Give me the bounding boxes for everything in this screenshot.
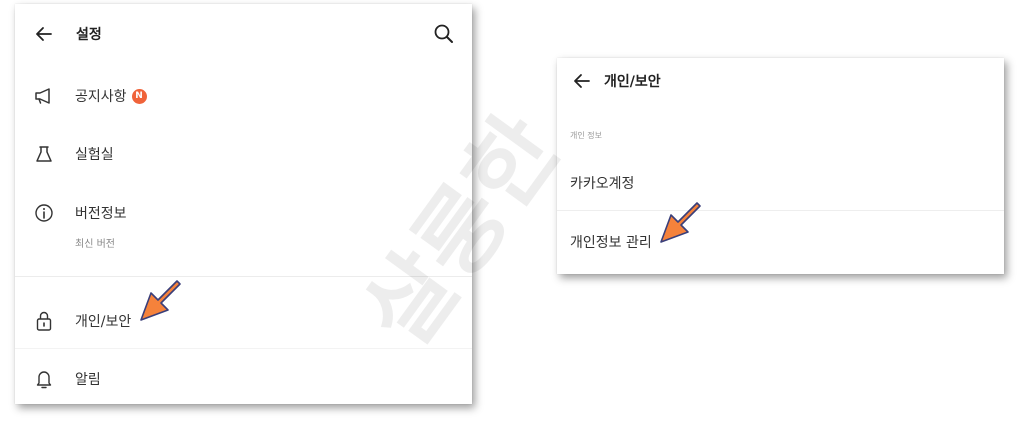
settings-header: 설정 xyxy=(32,22,102,46)
divider xyxy=(15,276,472,277)
menu-item-label: 개인/보안 xyxy=(75,314,132,330)
back-arrow-icon[interactable] xyxy=(32,22,56,46)
megaphone-icon xyxy=(32,84,56,108)
info-icon xyxy=(32,201,56,225)
kakao-account-item[interactable]: 카카오계정 xyxy=(570,173,634,193)
pointer-arrow-icon xyxy=(660,202,701,243)
divider xyxy=(15,348,472,349)
lock-icon xyxy=(32,309,56,333)
section-label: 개인 정보 xyxy=(570,131,602,140)
page-title: 개인/보안 xyxy=(604,74,661,90)
page-title: 설정 xyxy=(76,27,102,43)
new-badge: N xyxy=(131,88,147,104)
settings-panel: 설정 공지사항 N 실험실 버전정보 최신 버전 개인/보안 알림 xyxy=(15,4,472,404)
flask-icon xyxy=(32,142,56,166)
divider xyxy=(557,210,1004,211)
menu-item-version[interactable]: 버전정보 xyxy=(15,201,472,225)
pointer-arrow-icon xyxy=(140,280,181,321)
menu-item-lab[interactable]: 실험실 xyxy=(15,142,472,166)
search-icon[interactable] xyxy=(432,22,456,46)
bell-icon xyxy=(32,367,56,391)
privacy-security-panel: 개인/보안 개인 정보 카카오계정 개인정보 관리 xyxy=(557,58,1004,274)
privacy-management-item[interactable]: 개인정보 관리 xyxy=(570,232,652,252)
menu-item-notice[interactable]: 공지사항 N xyxy=(15,84,472,108)
menu-item-label: 공지사항 xyxy=(75,89,127,105)
version-status: 최신 버전 xyxy=(75,239,115,250)
menu-item-privacy-security[interactable]: 개인/보안 xyxy=(15,309,472,333)
menu-item-label: 실험실 xyxy=(75,147,114,163)
privacy-header: 개인/보안 xyxy=(570,69,661,93)
menu-item-label: 버전정보 xyxy=(75,206,127,222)
back-arrow-icon[interactable] xyxy=(570,69,594,93)
menu-item-notifications[interactable]: 알림 xyxy=(15,367,472,391)
menu-item-label: 알림 xyxy=(75,372,101,388)
